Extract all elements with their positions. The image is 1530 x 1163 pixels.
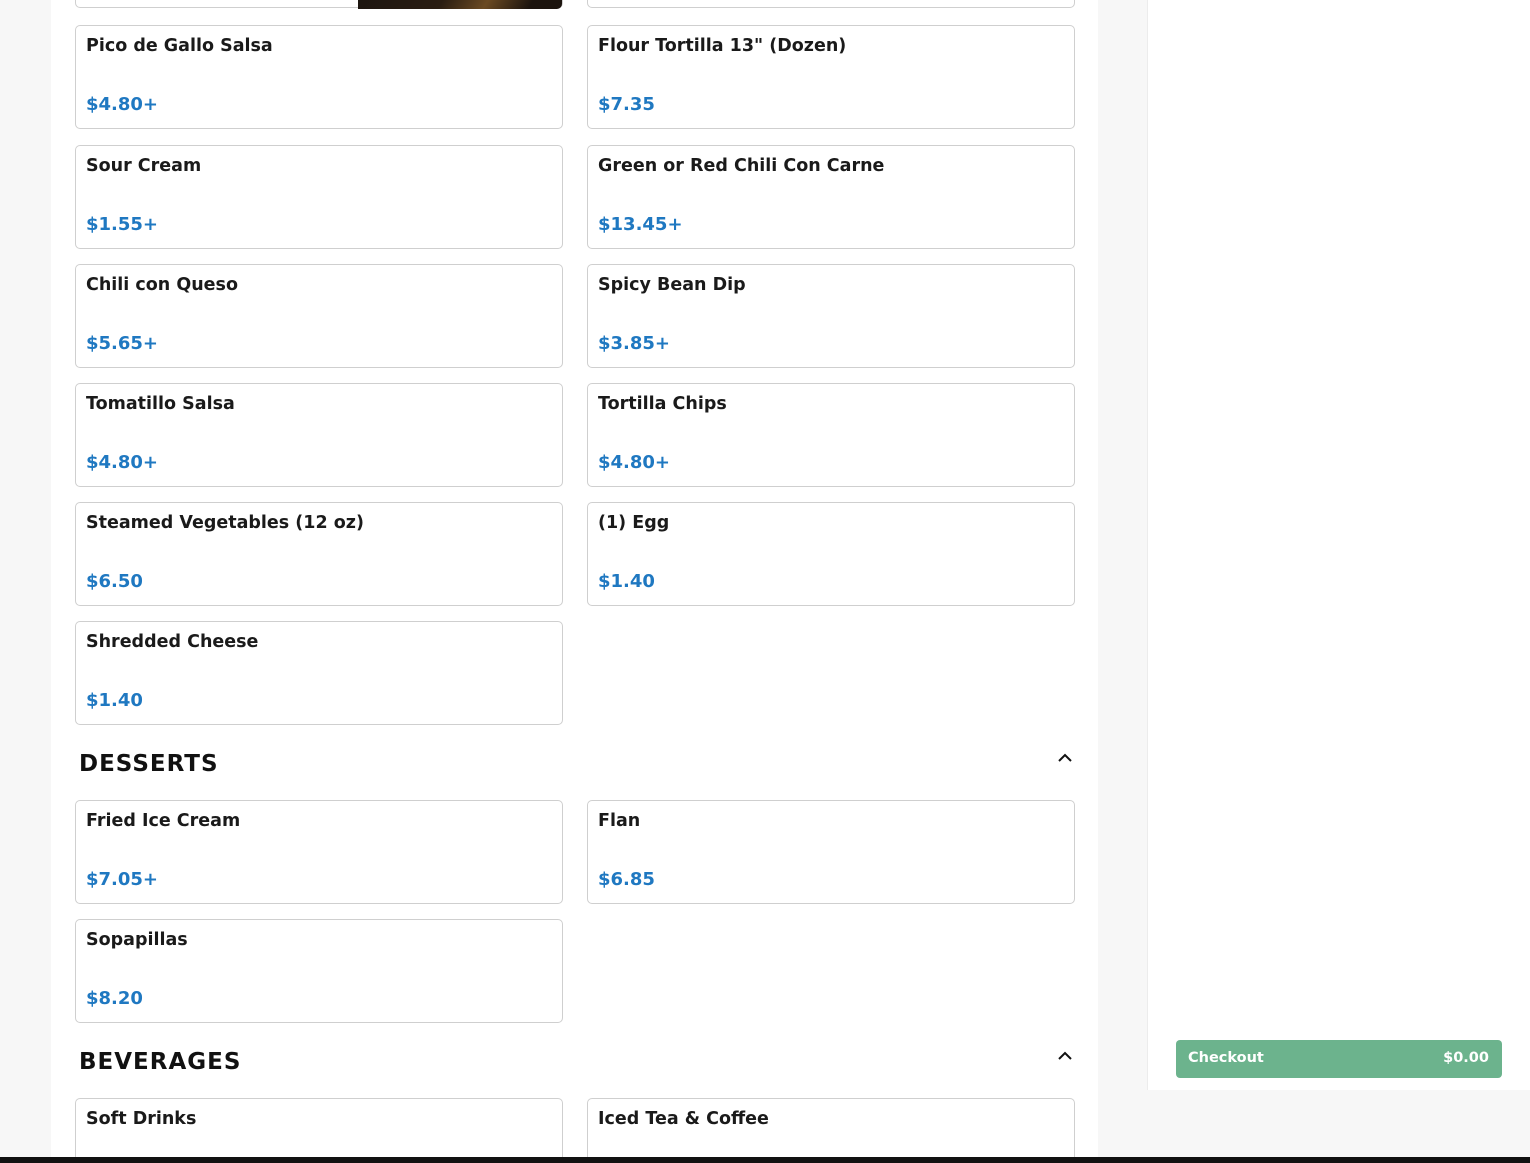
bottom-edge [0, 1157, 1530, 1163]
item-price: $1.55+ [86, 214, 159, 235]
item-name: Green or Red Chili Con Carne [598, 156, 885, 176]
item-price: $7.35 [598, 94, 655, 115]
menu-item-card[interactable]: Fried Ice Cream $7.05+ [75, 800, 563, 904]
item-name: Steamed Vegetables (12 oz) [86, 513, 364, 533]
item-price: $3.85+ [598, 333, 671, 354]
cart-total: $0.00 [1443, 1050, 1489, 1066]
item-name: Sour Cream [86, 156, 202, 176]
item-name: Pico de Gallo Salsa [86, 36, 273, 56]
menu-item-card-partial[interactable] [587, 0, 1075, 8]
item-name: (1) Egg [598, 513, 670, 533]
item-price: $6.50 [86, 571, 143, 592]
item-name: Flour Tortilla 13" (Dozen) [598, 36, 847, 56]
section-title-beverages: BEVERAGES [79, 1049, 242, 1075]
menu-item-card[interactable]: Steamed Vegetables (12 oz) $6.50 [75, 502, 563, 606]
menu-item-card[interactable]: Sopapillas $8.20 [75, 919, 563, 1023]
chevron-up-icon[interactable] [1057, 1050, 1073, 1062]
menu-item-card[interactable]: Tomatillo Salsa $4.80+ [75, 383, 563, 487]
menu-item-card-partial[interactable] [75, 0, 563, 9]
checkout-label: Checkout [1188, 1050, 1264, 1066]
item-price: $4.80+ [86, 94, 159, 115]
menu-item-card[interactable]: Iced Tea & Coffee [587, 1098, 1075, 1163]
item-price: $4.80+ [86, 452, 159, 473]
item-name: Tomatillo Salsa [86, 394, 235, 414]
cart-sidebar [1147, 0, 1530, 1090]
item-name: Chili con Queso [86, 275, 238, 295]
item-name: Fried Ice Cream [86, 811, 241, 831]
item-name: Soft Drinks [86, 1109, 197, 1129]
section-title-desserts: DESSERTS [79, 751, 219, 777]
menu-item-card[interactable]: Flour Tortilla 13" (Dozen) $7.35 [587, 25, 1075, 129]
item-price: $6.85 [598, 869, 655, 890]
item-price: $5.65+ [86, 333, 159, 354]
menu-item-card[interactable]: Pico de Gallo Salsa $4.80+ [75, 25, 563, 129]
item-price: $7.05+ [86, 869, 159, 890]
item-name: Shredded Cheese [86, 632, 259, 652]
chevron-up-icon[interactable] [1057, 752, 1073, 764]
menu-item-card[interactable]: (1) Egg $1.40 [587, 502, 1075, 606]
menu-item-card[interactable]: Flan $6.85 [587, 800, 1075, 904]
menu-item-card[interactable]: Spicy Bean Dip $3.85+ [587, 264, 1075, 368]
item-price: $4.80+ [598, 452, 671, 473]
item-name: Tortilla Chips [598, 394, 727, 414]
item-price: $1.40 [598, 571, 655, 592]
item-photo [358, 0, 562, 9]
item-name: Sopapillas [86, 930, 188, 950]
menu-column: Pico de Gallo Salsa $4.80+ Flour Tortill… [51, 0, 1098, 1163]
item-price: $8.20 [86, 988, 143, 1009]
menu-item-card[interactable]: Chili con Queso $5.65+ [75, 264, 563, 368]
menu-item-card[interactable]: Sour Cream $1.55+ [75, 145, 563, 249]
menu-item-card[interactable]: Soft Drinks [75, 1098, 563, 1163]
item-name: Flan [598, 811, 641, 831]
menu-item-card[interactable]: Tortilla Chips $4.80+ [587, 383, 1075, 487]
menu-item-card[interactable]: Green or Red Chili Con Carne $13.45+ [587, 145, 1075, 249]
item-name: Spicy Bean Dip [598, 275, 746, 295]
item-price: $1.40 [86, 690, 143, 711]
item-name: Iced Tea & Coffee [598, 1109, 769, 1129]
menu-item-card[interactable]: Shredded Cheese $1.40 [75, 621, 563, 725]
checkout-button[interactable]: Checkout $0.00 [1176, 1040, 1502, 1078]
item-price: $13.45+ [598, 214, 683, 235]
